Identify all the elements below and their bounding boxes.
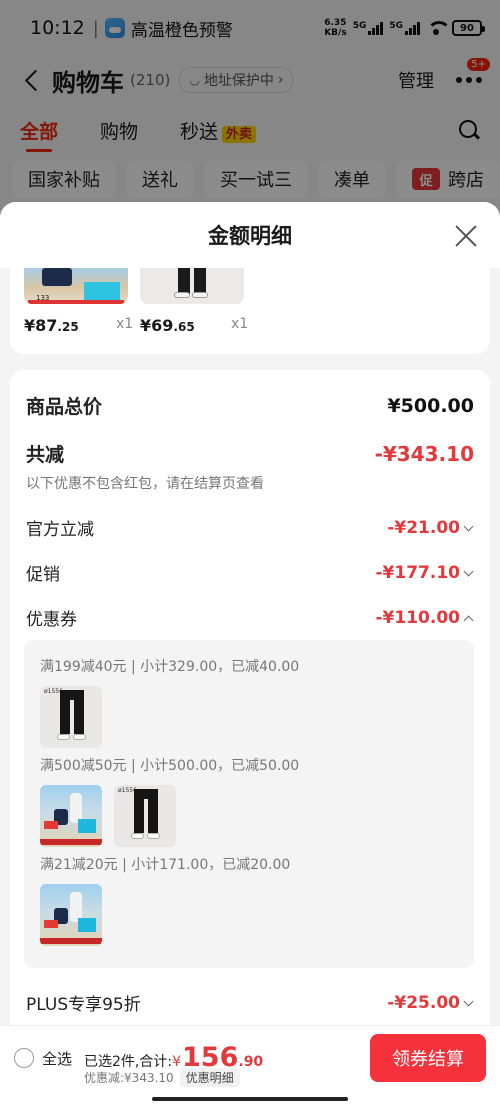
total-decimal: .90 [238,1054,264,1070]
coupon-product-thumbnail[interactable]: ø1556 [40,686,102,748]
coupon-detail-box: 满199减40元 | 小计329.00，已减40.00 ø1556 满500减5… [24,640,474,968]
product-price: ¥69.65 [140,316,195,335]
product-quantity: x1 [231,316,249,332]
coupon-rule: 满500减50元 | 小计500.00，已减50.00 [40,758,300,774]
promotion-row[interactable]: 促销 -¥177.10 [26,560,474,586]
sheet-title: 金额明细 [208,224,292,248]
coupon-product-thumbnail[interactable] [40,884,102,946]
coupon-row[interactable]: 优惠券 -¥110.00 [26,605,474,631]
promotion-value: -¥177.10 [375,562,461,583]
home-indicator [152,1097,348,1101]
product-thumbnail [140,268,244,304]
discount-detail-button[interactable]: 优惠明细 [179,1068,240,1087]
reduction-note: 以下优惠不包含红包，请在结算页查看 [26,476,264,492]
product-item[interactable]: 133 [24,268,128,304]
amount-detail-sheet: 金额明细 133 ¥87.25 x1 ¥69.65 x1 商品总价 ¥500.0… [0,202,500,1111]
chevron-down-icon [464,523,474,533]
coupon-product-thumbnail[interactable]: ø1556 [114,785,176,847]
total-reduction-value: -¥343.10 [374,441,474,466]
coupon-label: 优惠券 [26,610,77,630]
product-item[interactable] [140,268,244,304]
coupon-rule: 满21减20元 | 小计171.00，已减20.00 [40,857,291,873]
coupon-rule: 满199减40元 | 小计329.00，已减40.00 [40,659,300,675]
official-discount-label: 官方立减 [26,520,94,540]
total-price-value: ¥500.00 [387,394,474,417]
product-price: ¥87.25 [24,316,79,335]
coupon-product-thumbnail[interactable] [40,785,102,847]
total-price-label: 商品总价 [26,396,103,418]
total-price-row: 商品总价 ¥500.00 [26,392,474,419]
total-reduction-row: 共减 -¥343.10 [26,440,474,467]
sheet-header: 金额明细 [0,202,500,268]
official-discount-row[interactable]: 官方立减 -¥21.00 [26,515,474,541]
total-reduction-label: 共减 [26,444,65,466]
plus-discount-label: PLUS专享95折 [26,995,141,1015]
promotion-label: 促销 [26,565,60,585]
products-card: 133 ¥87.25 x1 ¥69.65 x1 [10,268,490,354]
discount-amount: 优惠减:¥343.10 [84,1071,174,1085]
close-icon[interactable] [454,224,478,248]
product-quantity: x1 [116,316,134,332]
chevron-up-icon [464,613,474,623]
coupon-value: -¥110.00 [375,607,461,628]
price-detail-card: 商品总价 ¥500.00 共减 -¥343.10 以下优惠不包含红包，请在结算页… [10,370,490,1070]
select-all-label[interactable]: 全选 [42,1048,72,1069]
plus-discount-value: -¥25.00 [387,992,460,1013]
chevron-down-icon [464,568,474,578]
discount-summary: 优惠减:¥343.10 优惠明细 [84,1068,240,1087]
chevron-down-icon [464,998,474,1008]
product-thumbnail: 133 [24,268,128,304]
plus-discount-row[interactable]: PLUS专享95折 -¥25.00 [26,990,474,1016]
checkout-button[interactable]: 领券结算 [370,1034,486,1082]
select-all-checkbox[interactable] [14,1048,34,1068]
official-discount-value: -¥21.00 [387,517,460,538]
